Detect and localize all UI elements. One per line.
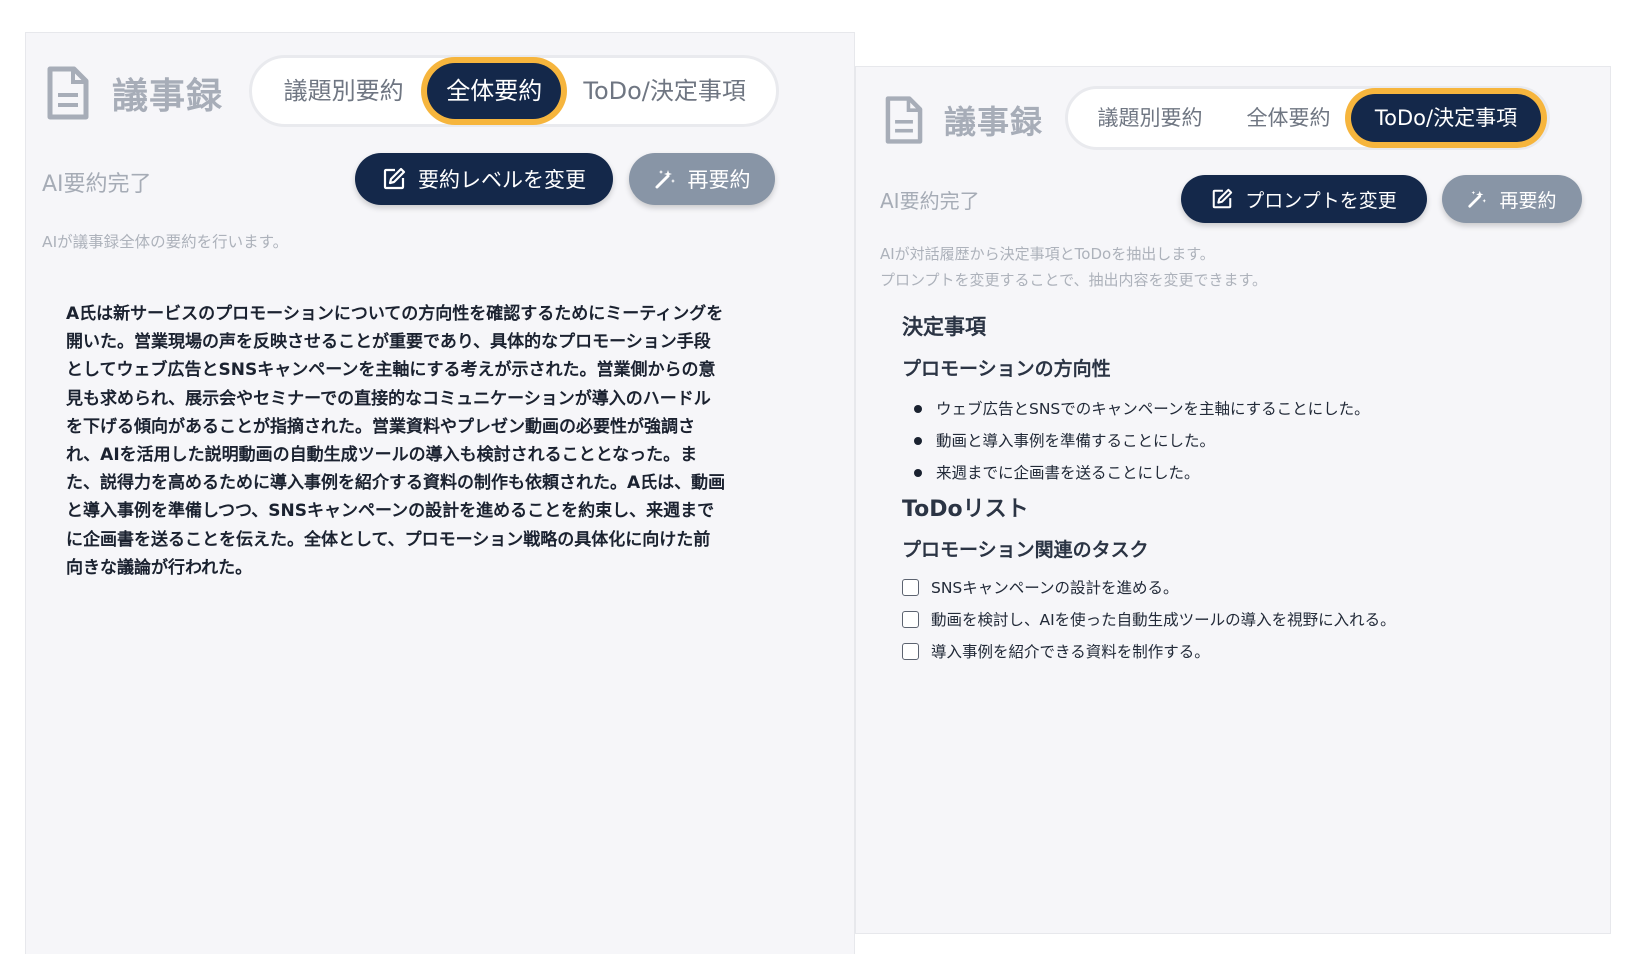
todo-checkbox[interactable] <box>902 578 919 596</box>
summary-line: に企画書を送ることを伝えた。全体として、プロモーション戦略の具体化に向けた前 <box>66 529 711 550</box>
overall-summary-text: A氏は新サービスのプロモーションについての方向性を確認するためにミーティングを … <box>66 300 766 582</box>
magic-wand-icon <box>654 168 676 190</box>
summary-line: A氏は新サービスのプロモーションについての方向性を確認するためにミーティングを <box>66 304 724 324</box>
list-item-text: 動画と導入事例を準備することにした。 <box>936 432 1216 450</box>
magic-wand-icon <box>1467 189 1487 209</box>
tab-overall-summary[interactable]: 全体要約 <box>427 63 562 119</box>
resummarize-label: 再要約 <box>1499 189 1557 212</box>
todo-item: SNSキャンペーンの設計を進める。 <box>902 571 1396 603</box>
summary-line: 見も求められ、展示会やセミナーでの直接的なコミュニケーションが導入のハードル <box>66 388 711 409</box>
resummarize-button[interactable]: 再要約 <box>629 153 775 205</box>
view-tabs: 議題別要約 全体要約 ToDo/決定事項 <box>249 55 779 127</box>
overall-summary-panel: 議事録 議題別要約 全体要約 ToDo/決定事項 AI要約完了 要約レベルを変更… <box>25 32 855 954</box>
status-text: AI要約完了 <box>880 189 980 213</box>
todo-subheading: プロモーション関連のタスク <box>902 539 1149 561</box>
bullet-icon <box>914 469 922 477</box>
tab-topic-summary[interactable]: 議題別要約 <box>260 63 427 119</box>
todo-heading: ToDoリスト <box>902 497 1029 522</box>
edit-icon <box>1211 188 1233 210</box>
tab-overall-summary[interactable]: 全体要約 <box>1229 94 1349 142</box>
page-title: 議事録 <box>944 103 1044 141</box>
change-prompt-button[interactable]: プロンプトを変更 <box>1181 175 1427 223</box>
todo-decisions-panel: 議事録 議題別要約 全体要約 ToDo/決定事項 AI要約完了 プロンプトを変更… <box>855 66 1611 934</box>
list-item-text: 来週までに企画書を送ることにした。 <box>936 464 1200 482</box>
summary-line: れ、AIを活用した説明動画の自動生成ツールの導入も検討されることとなった。ま <box>66 445 698 466</box>
todo-item-label: 導入事例を紹介できる資料を制作する。 <box>931 643 1210 661</box>
panel-header: 議事録 <box>884 95 1043 145</box>
panel-description: AIが対話履歴から決定事項とToDoを抽出します。 プロンプトを変更することで、… <box>880 241 1267 293</box>
list-item: 動画と導入事例を準備することにした。 <box>914 425 1370 457</box>
change-summary-level-label: 要約レベルを変更 <box>418 168 586 192</box>
todo-item-label: SNSキャンペーンの設計を進める。 <box>931 579 1179 597</box>
bullet-icon <box>914 405 922 413</box>
list-item-text: ウェブ広告とSNSでのキャンペーンを主軸にすることにした。 <box>936 400 1370 418</box>
todo-item: 導入事例を紹介できる資料を制作する。 <box>902 635 1396 667</box>
todo-checkbox[interactable] <box>902 642 919 660</box>
summary-line: としてウェブ広告とSNSキャンペーンを主軸にする考えが示された。営業側からの意 <box>66 360 716 381</box>
summary-line: た、説得力を高めるために導入事例を紹介する資料の制作も依頼された。A氏は、動画 <box>66 473 726 494</box>
todo-item: 動画を検討し、AIを使った自動生成ツールの導入を視野に入れる。 <box>902 603 1396 635</box>
todo-checkbox[interactable] <box>902 610 919 628</box>
change-summary-level-button[interactable]: 要約レベルを変更 <box>355 153 613 205</box>
resummarize-button[interactable]: 再要約 <box>1442 175 1582 223</box>
panel-description: AIが議事録全体の要約を行います。 <box>42 233 289 251</box>
summary-line: 向きな議論が行われた。 <box>66 557 253 578</box>
description-line: AIが対話履歴から決定事項とToDoを抽出します。 <box>880 245 1215 263</box>
list-item: 来週までに企画書を送ることにした。 <box>914 457 1370 489</box>
resummarize-label: 再要約 <box>687 168 751 192</box>
edit-icon <box>382 167 406 191</box>
change-prompt-label: プロンプトを変更 <box>1245 189 1397 212</box>
list-item: ウェブ広告とSNSでのキャンペーンを主軸にすることにした。 <box>914 393 1370 425</box>
decisions-list: ウェブ広告とSNSでのキャンペーンを主軸にすることにした。 動画と導入事例を準備… <box>914 393 1370 489</box>
bullet-icon <box>914 437 922 445</box>
summary-line: 開いた。営業現場の声を反映させることが重要であり、具体的なプロモーション手段 <box>66 332 711 353</box>
tab-todo-decisions[interactable]: ToDo/決定事項 <box>1351 94 1541 142</box>
document-icon <box>884 95 924 145</box>
tab-topic-summary[interactable]: 議題別要約 <box>1074 94 1226 142</box>
todo-item-label: 動画を検討し、AIを使った自動生成ツールの導入を視野に入れる。 <box>931 611 1396 629</box>
tab-todo-decisions[interactable]: ToDo/決定事項 <box>561 63 768 119</box>
panel-header: 議事録 <box>46 65 223 121</box>
todo-list: SNSキャンペーンの設計を進める。 動画を検討し、AIを使った自動生成ツールの導… <box>902 571 1396 667</box>
description-line: プロンプトを変更することで、抽出内容を変更できます。 <box>880 271 1268 289</box>
decisions-heading: 決定事項 <box>902 315 986 339</box>
summary-line: と導入事例を準備しつつ、SNSキャンペーンの設計を進めることを約束し、来週まで <box>66 501 715 522</box>
decisions-subheading: プロモーションの方向性 <box>902 358 1111 380</box>
document-icon <box>46 65 90 121</box>
summary-line: を下げる傾向があることが指摘された。営業資料やプレゼン動画の必要性が強調さ <box>66 416 695 437</box>
status-text: AI要約完了 <box>42 172 152 197</box>
view-tabs: 議題別要約 全体要約 ToDo/決定事項 <box>1065 86 1550 150</box>
page-title: 議事録 <box>112 76 224 117</box>
